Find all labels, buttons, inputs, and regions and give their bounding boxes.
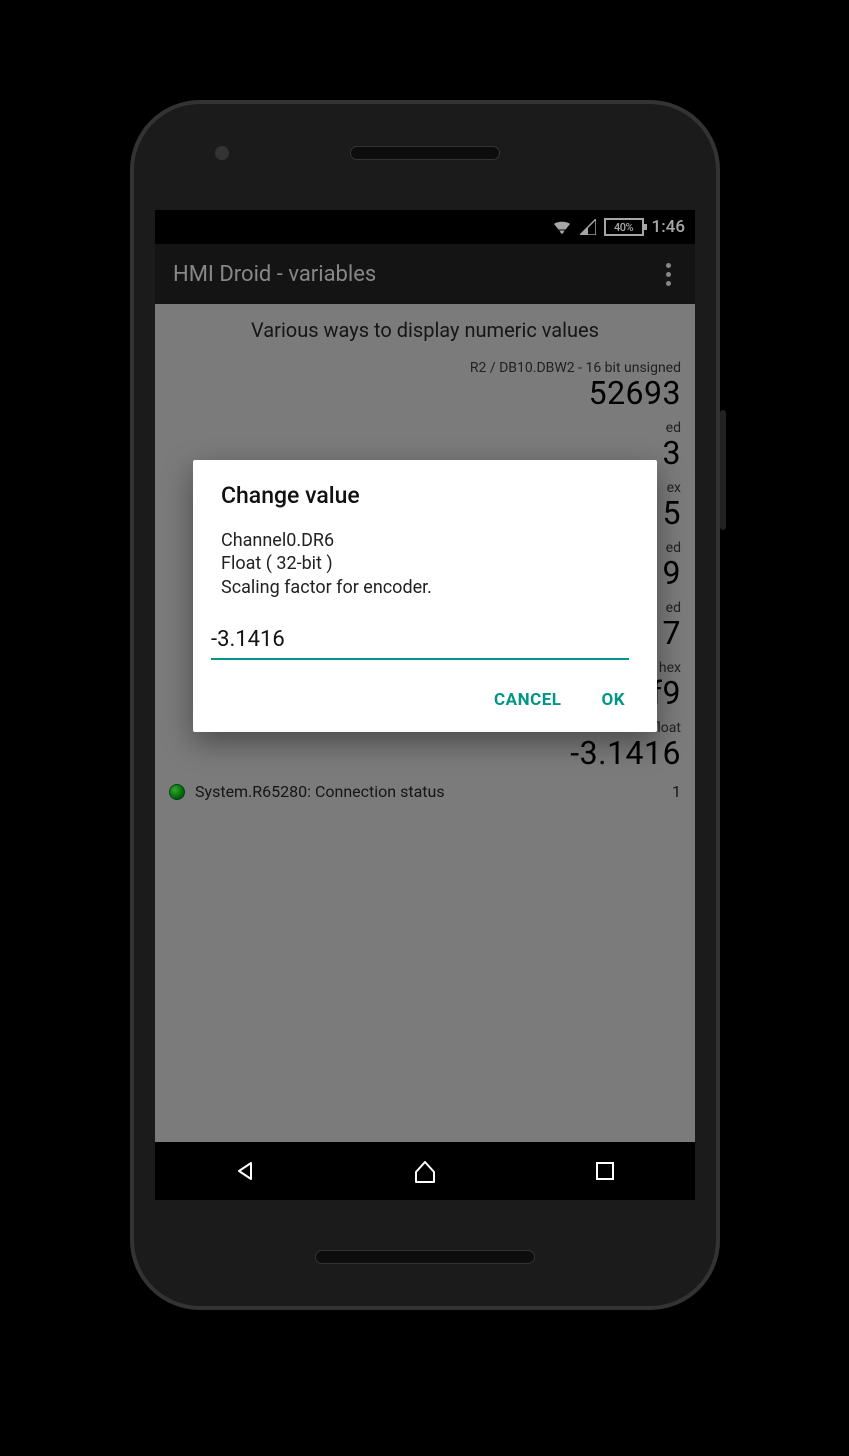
- navigation-bar: [155, 1142, 695, 1200]
- front-camera: [215, 146, 229, 160]
- dialog-hint: Scaling factor for encoder.: [221, 577, 432, 598]
- phone-frame: 40% 1:46 HMI Droid - variables Various w…: [130, 100, 720, 1310]
- ok-button[interactable]: OK: [597, 682, 629, 718]
- signal-icon: [580, 219, 596, 235]
- dialog-channel: Channel0.DR6: [221, 530, 334, 551]
- status-bar: 40% 1:46: [155, 210, 695, 244]
- value-input[interactable]: [211, 623, 629, 660]
- change-value-dialog: Change value Channel0.DR6 Float ( 32-bit…: [193, 460, 657, 732]
- status-value: 1: [672, 782, 681, 801]
- wifi-icon: [552, 219, 572, 235]
- earpiece-speaker: [350, 146, 500, 160]
- dialog-description: Channel0.DR6 Float ( 32-bit ) Scaling fa…: [221, 529, 629, 599]
- home-button[interactable]: [395, 1151, 455, 1191]
- status-led-icon: [169, 784, 185, 800]
- back-button[interactable]: [215, 1151, 275, 1191]
- battery-percentage: 40%: [614, 221, 633, 234]
- value-display: 52693: [169, 374, 681, 412]
- dialog-type: Float ( 32-bit ): [221, 553, 333, 574]
- app-bar: HMI Droid - variables: [155, 244, 695, 304]
- value-display: -3.1416: [169, 734, 681, 772]
- dialog-actions: CANCEL OK: [221, 682, 629, 718]
- clock: 1:46: [652, 217, 685, 237]
- status-label: System.R65280: Connection status: [195, 782, 445, 801]
- app-title: HMI Droid - variables: [173, 262, 376, 287]
- page-heading: Various ways to display numeric values: [169, 318, 681, 342]
- connection-status-row: System.R65280: Connection status 1: [169, 782, 681, 801]
- bottom-speaker: [315, 1250, 535, 1264]
- battery-icon: 40%: [604, 218, 644, 236]
- cancel-button[interactable]: CANCEL: [490, 682, 565, 718]
- screen: 40% 1:46 HMI Droid - variables Various w…: [155, 210, 695, 1200]
- overflow-menu-button[interactable]: [660, 257, 677, 292]
- value-row[interactable]: R2 / DB10.DBW2 - 16 bit unsigned 52693: [169, 360, 681, 412]
- recent-apps-button[interactable]: [575, 1151, 635, 1191]
- dialog-title: Change value: [221, 482, 629, 509]
